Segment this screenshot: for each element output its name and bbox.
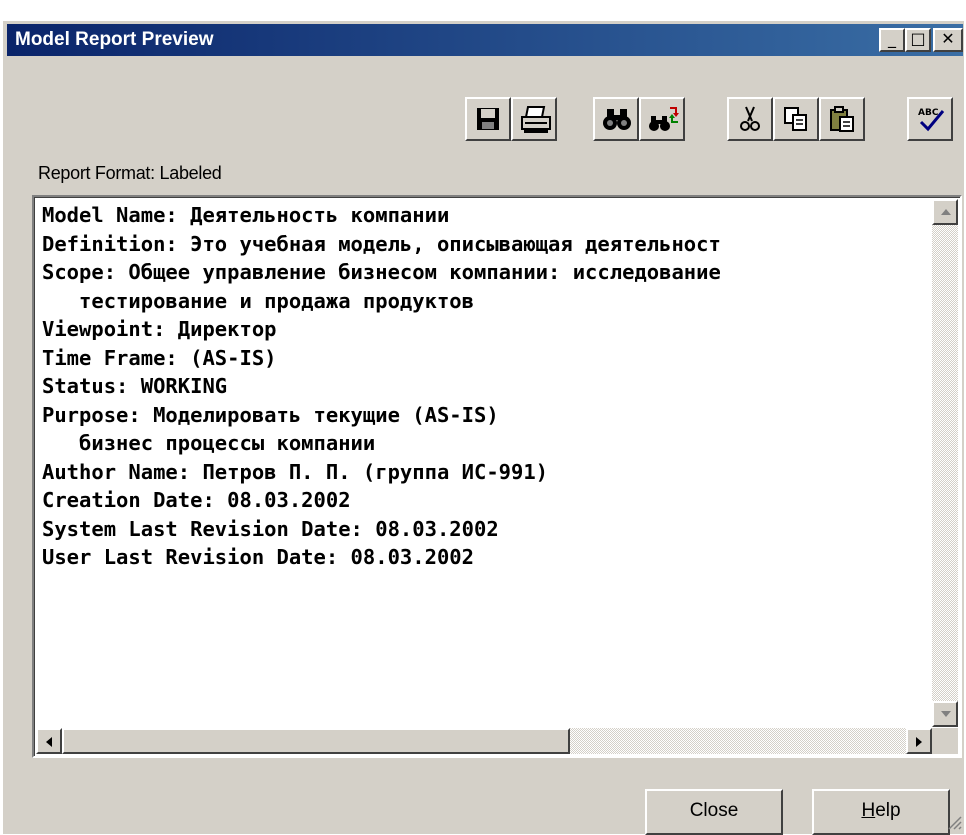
maximize-button[interactable]: □ — [905, 28, 931, 52]
report-line: Purpose: Моделировать текущие (AS-IS) — [42, 402, 499, 427]
title-bar[interactable]: Model Report Preview _ □ ✕ — [7, 24, 963, 56]
report-line: Creation Date: 08.03.2002 — [42, 488, 351, 512]
report-line: Viewpoint: Директор — [42, 317, 277, 341]
cut-button[interactable] — [727, 97, 773, 141]
help-mnemonic: H — [861, 800, 876, 821]
report-line: тестирование и продажа продуктов — [42, 288, 474, 313]
copy-icon — [784, 107, 807, 131]
paste-icon — [830, 106, 854, 132]
svg-text:ABC: ABC — [918, 108, 939, 118]
report-line: System Last Revision Date: 08.03.2002 — [42, 516, 499, 541]
report-line: бизнес процессы компании — [42, 431, 376, 455]
report-line: Scope: Общее управление бизнесом компани… — [42, 260, 721, 284]
arrow-left-icon — [46, 737, 52, 747]
print-icon — [521, 106, 551, 133]
spell-check-button[interactable]: ABC — [907, 97, 953, 141]
scroll-down-button[interactable] — [932, 701, 958, 727]
vertical-scrollbar[interactable] — [932, 199, 958, 727]
arrow-up-icon — [941, 209, 951, 215]
scroll-right-button[interactable] — [906, 728, 932, 754]
help-button-label: elp — [875, 800, 901, 821]
report-line: Status: WORKING — [42, 374, 228, 398]
arrow-down-icon — [941, 711, 951, 717]
horizontal-scrollbar[interactable] — [36, 728, 932, 754]
window-title: Model Report Preview — [15, 29, 214, 50]
close-icon: ✕ — [941, 29, 955, 48]
resize-grip-icon[interactable] — [944, 812, 962, 830]
replace-icon — [649, 107, 679, 131]
help-button[interactable]: Help — [812, 789, 950, 835]
copy-button[interactable] — [773, 97, 819, 141]
scroll-up-button[interactable] — [932, 199, 958, 225]
report-text-area[interactable]: Model Name: Деятельность компании Definit… — [32, 195, 962, 758]
minimize-button[interactable]: _ — [879, 28, 905, 52]
minimize-icon: _ — [888, 29, 896, 48]
maximize-icon: □ — [910, 29, 926, 48]
save-button[interactable] — [465, 97, 511, 141]
scrollbar-corner — [932, 728, 958, 754]
close-button[interactable]: Close — [645, 789, 783, 835]
find-icon — [603, 109, 631, 130]
report-text[interactable]: Model Name: Деятельность компании Definit… — [42, 201, 920, 721]
report-line: Definition: Это учебная модель, описываю… — [42, 231, 721, 256]
horizontal-scroll-thumb[interactable] — [62, 728, 570, 754]
cut-icon — [740, 106, 760, 131]
report-line: Time Frame: (AS-IS) — [42, 345, 277, 370]
save-icon — [477, 108, 499, 130]
model-report-preview-window: Model Report Preview _ □ ✕ ABC Report Fo… — [2, 20, 964, 835]
paste-button[interactable] — [819, 97, 865, 141]
print-button[interactable] — [511, 97, 557, 141]
close-window-button[interactable]: ✕ — [933, 28, 963, 52]
replace-button[interactable] — [639, 97, 685, 141]
report-line: User Last Revision Date: 08.03.2002 — [42, 545, 474, 569]
close-button-label: Close — [689, 800, 739, 821]
scroll-left-button[interactable] — [36, 728, 62, 754]
report-line: Model Name: Деятельность компании — [42, 203, 450, 227]
report-line: Author Name: Петров П. П. (группа ИС-991… — [42, 459, 549, 484]
arrow-right-icon — [916, 737, 922, 747]
find-button[interactable] — [593, 97, 639, 141]
spell-check-icon: ABC — [918, 108, 945, 132]
report-format-label: Report Format: Labeled — [38, 163, 222, 183]
